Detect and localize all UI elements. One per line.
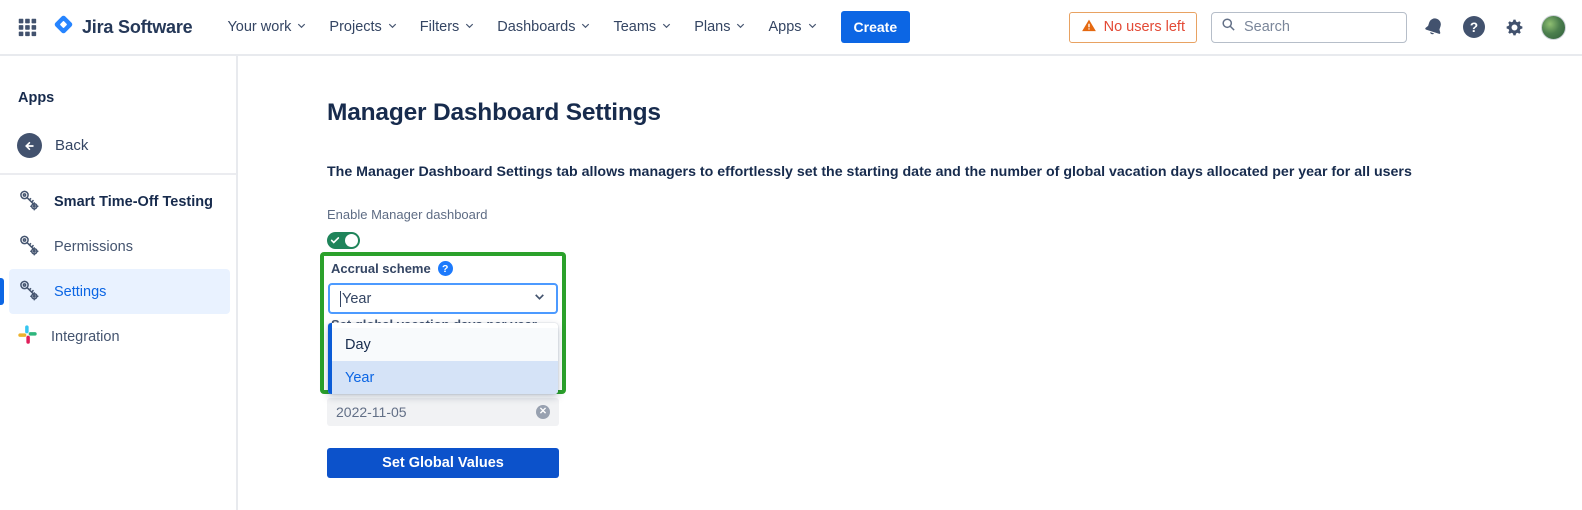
dropdown-option-year[interactable]: Year xyxy=(328,361,558,394)
enable-manager-dashboard-toggle[interactable] xyxy=(327,232,360,249)
slack-icon xyxy=(17,324,38,349)
topbar-right-group: No users left ? xyxy=(1069,12,1566,43)
accrual-dropdown-menu: Day Year xyxy=(328,323,558,394)
chevron-down-icon xyxy=(296,19,307,35)
search-icon xyxy=(1221,17,1236,37)
nav-label: Filters xyxy=(420,19,459,35)
highlight-annotation-box: Accrual scheme ? Year Set global vacatio… xyxy=(320,252,566,394)
clear-icon[interactable]: ✕ xyxy=(536,405,550,419)
page-description: The Manager Dashboard Settings tab allow… xyxy=(327,164,1582,180)
notifications-icon[interactable] xyxy=(1421,14,1447,40)
no-users-left-label: No users left xyxy=(1104,19,1185,35)
nav-label: Plans xyxy=(694,19,730,35)
nav-label: Dashboards xyxy=(497,19,575,35)
chevron-down-icon xyxy=(580,19,591,35)
set-global-values-button[interactable]: Set Global Values xyxy=(327,448,559,478)
help-icon[interactable]: ? xyxy=(1461,14,1487,40)
chevron-down-icon xyxy=(464,19,475,35)
sidebar-back-button[interactable]: Back xyxy=(17,133,236,158)
checkmark-icon xyxy=(330,233,340,252)
sidebar-item-label: Permissions xyxy=(54,239,133,255)
start-date-value: 2022-11-05 xyxy=(336,404,407,420)
nav-teams[interactable]: Teams xyxy=(602,13,683,41)
sidebar-item-smart-time-off-testing[interactable]: Smart Time-Off Testing xyxy=(0,179,236,224)
sidebar-heading: Apps xyxy=(18,90,236,106)
user-avatar[interactable] xyxy=(1541,15,1566,40)
nav-filters[interactable]: Filters xyxy=(409,13,486,41)
back-label: Back xyxy=(55,137,88,154)
chevron-down-icon xyxy=(387,19,398,35)
create-button[interactable]: Create xyxy=(841,11,911,43)
warning-icon xyxy=(1081,18,1097,37)
sidebar-item-label: Settings xyxy=(54,284,106,300)
search-input[interactable] xyxy=(1244,19,1384,35)
search-box[interactable] xyxy=(1211,12,1407,43)
accrual-scheme-select[interactable]: Year xyxy=(328,283,558,314)
nav-label: Projects xyxy=(329,19,381,35)
sidebar-item-label: Smart Time-Off Testing xyxy=(54,194,213,210)
start-date-field[interactable]: 2022-11-05 ✕ xyxy=(327,398,559,426)
chevron-down-icon xyxy=(533,290,546,308)
page-title: Manager Dashboard Settings xyxy=(327,99,1582,127)
enable-manager-dashboard-label: Enable Manager dashboard xyxy=(327,207,1582,222)
no-users-left-button[interactable]: No users left xyxy=(1069,12,1197,43)
help-question-glyph: ? xyxy=(1463,16,1485,38)
nav-label: Your work xyxy=(227,19,291,35)
chevron-down-icon xyxy=(661,19,672,35)
sidebar-divider xyxy=(0,173,236,175)
chevron-down-icon xyxy=(807,19,818,35)
app-key-icon xyxy=(17,233,41,261)
top-navigation-bar: Jira Software Your work Projects Filters… xyxy=(0,0,1582,56)
nav-label: Teams xyxy=(613,19,656,35)
toggle-knob xyxy=(345,234,358,247)
nav-projects[interactable]: Projects xyxy=(318,13,408,41)
dropdown-option-day[interactable]: Day xyxy=(328,328,558,361)
nav-plans[interactable]: Plans xyxy=(683,13,757,41)
logo-text: Jira Software xyxy=(82,17,192,38)
accrual-scheme-label: Accrual scheme xyxy=(331,261,431,276)
settings-gear-icon[interactable] xyxy=(1501,14,1527,40)
sidebar-item-label: Integration xyxy=(51,329,120,345)
main-nav: Your work Projects Filters Dashboards Te… xyxy=(216,13,828,41)
app-switcher-icon[interactable] xyxy=(14,14,40,40)
jira-logo-icon xyxy=(52,13,75,41)
nav-label: Apps xyxy=(768,19,801,35)
sidebar-item-permissions[interactable]: Permissions xyxy=(0,224,236,269)
app-key-icon xyxy=(17,278,41,306)
select-value: Year xyxy=(340,291,371,307)
question-help-icon[interactable]: ? xyxy=(438,261,453,276)
sidebar-item-settings[interactable]: Settings xyxy=(9,269,230,314)
nav-your-work[interactable]: Your work xyxy=(216,13,318,41)
chevron-down-icon xyxy=(735,19,746,35)
nav-apps[interactable]: Apps xyxy=(757,13,828,41)
back-icon xyxy=(17,133,42,158)
nav-dashboards[interactable]: Dashboards xyxy=(486,13,602,41)
app-key-icon xyxy=(17,188,41,216)
main-content: Manager Dashboard Settings The Manager D… xyxy=(238,56,1582,510)
sidebar-item-integration[interactable]: Integration xyxy=(0,314,236,359)
jira-logo[interactable]: Jira Software xyxy=(52,13,192,41)
apps-sidebar: Apps Back Smart Time-Off Testing xyxy=(0,56,238,510)
